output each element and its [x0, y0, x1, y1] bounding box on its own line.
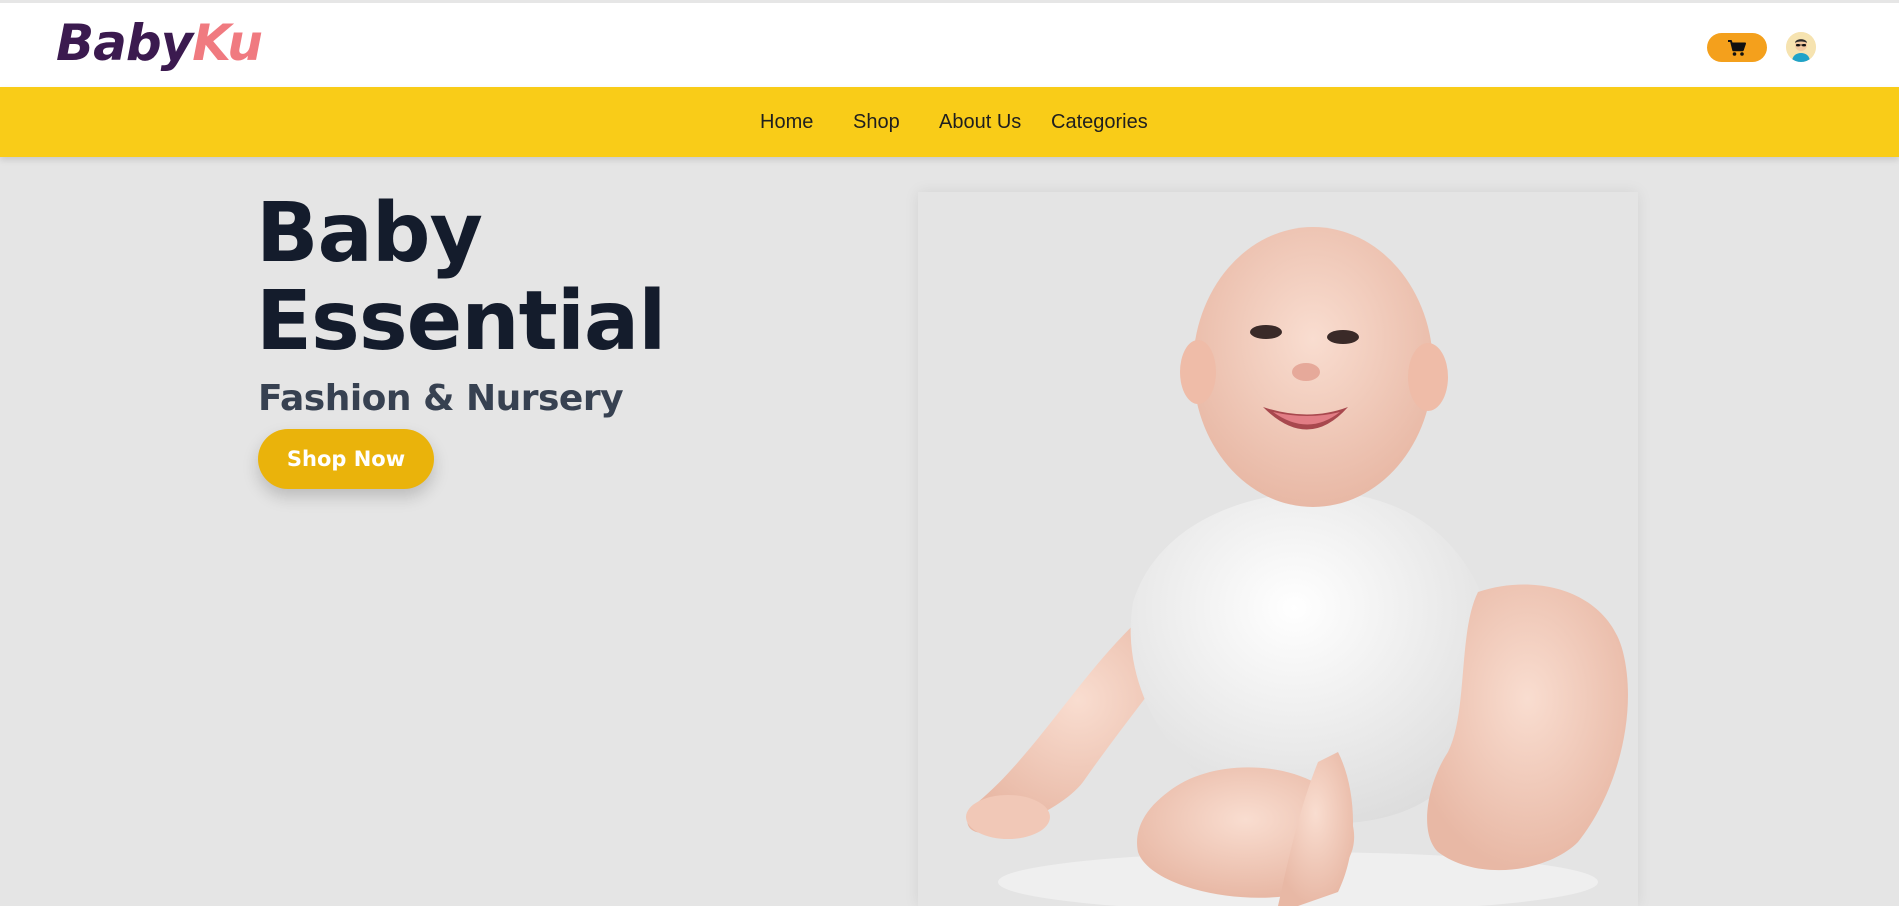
nav-item-home[interactable]: Home: [760, 111, 813, 134]
hero-title-line2: Essential: [256, 274, 666, 369]
shopping-cart-icon: [1728, 39, 1746, 56]
hero-title-line1: Baby: [256, 186, 483, 281]
brand-logo[interactable]: BabyKu: [56, 13, 263, 73]
hero-subtitle: Fashion & Nursery: [258, 378, 624, 419]
main-nav: Home Shop About Us Categories: [0, 87, 1899, 157]
nav-item-shop[interactable]: Shop: [853, 111, 900, 134]
brand-logo-part1: Baby: [56, 14, 193, 72]
user-avatar[interactable]: [1786, 32, 1816, 62]
top-header: BabyKu: [0, 0, 1899, 87]
hero-baby-image: [918, 192, 1638, 906]
nav-item-about-us[interactable]: About Us: [939, 111, 1021, 134]
brand-logo-part2: Ku: [192, 14, 263, 72]
baby-illustration: [966, 227, 1628, 906]
user-avatar-icon: [1786, 32, 1816, 62]
hero-title: Baby Essential: [256, 190, 876, 366]
shop-now-button[interactable]: Shop Now: [258, 429, 434, 489]
cart-button[interactable]: [1707, 33, 1767, 62]
nav-item-categories[interactable]: Categories: [1051, 111, 1148, 134]
